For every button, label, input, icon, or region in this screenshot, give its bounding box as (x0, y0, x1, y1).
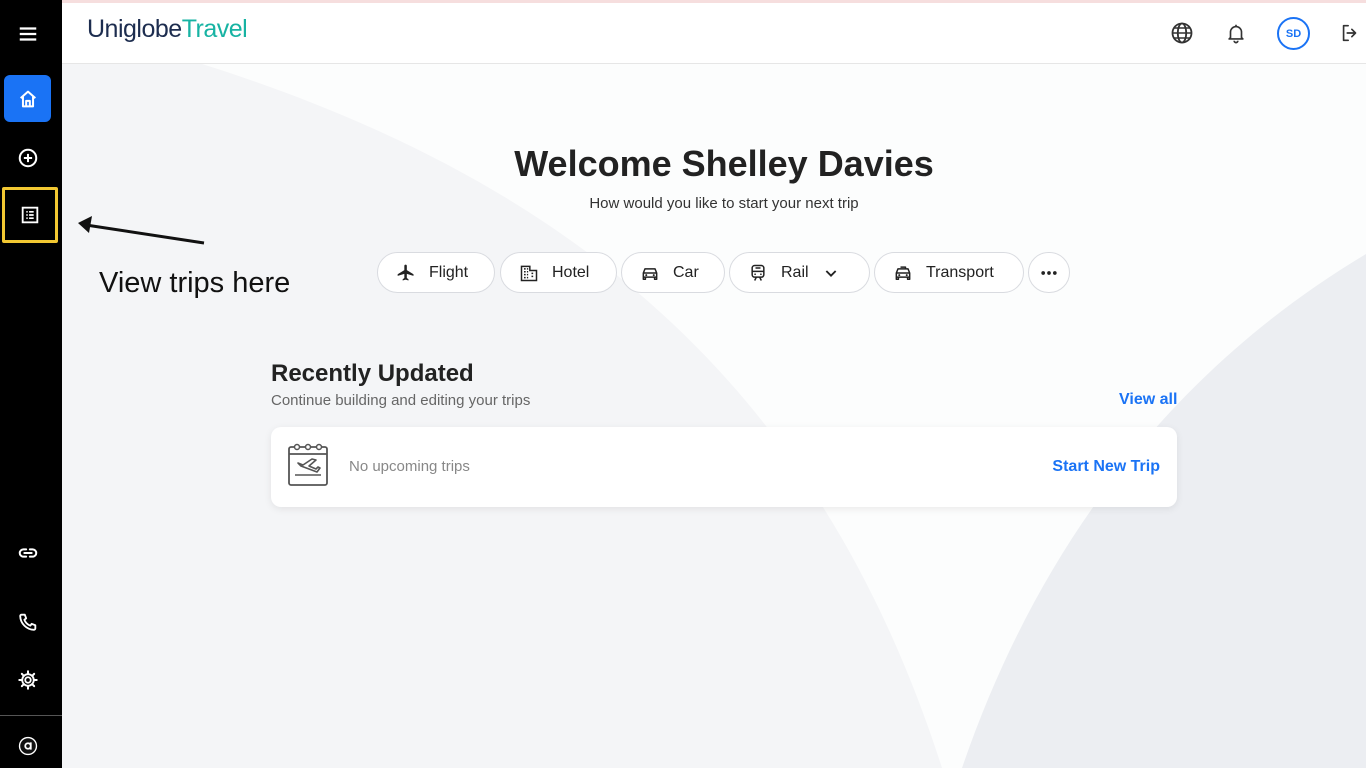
logout-button[interactable] (1335, 18, 1365, 48)
train-icon (751, 264, 765, 281)
car-option-label: Car (673, 263, 699, 281)
menu-button[interactable] (4, 10, 51, 57)
add-circle-icon (18, 148, 37, 167)
rail-option-label: Rail (781, 263, 809, 281)
more-horizontal-icon (1041, 270, 1057, 275)
sidebar-item-new-trip[interactable] (4, 134, 51, 181)
calendar-flight-icon (288, 443, 328, 486)
language-button[interactable] (1167, 18, 1197, 48)
globe-icon (1171, 22, 1193, 44)
phone-icon (18, 613, 36, 631)
logout-icon (1342, 24, 1357, 42)
hotel-option-label: Hotel (552, 263, 590, 281)
sidebar-item-links[interactable] (4, 529, 51, 576)
sidebar (0, 0, 62, 768)
annotation-text: View trips here (99, 267, 291, 299)
bell-icon (1228, 24, 1244, 44)
trips-card: No upcoming trips Start New Trip (271, 427, 1177, 507)
sidebar-item-home[interactable] (4, 75, 51, 122)
welcome-heading: Welcome Shelley Davies (514, 143, 934, 184)
flight-option-label: Flight (429, 263, 469, 281)
sidebar-item-contact[interactable] (4, 598, 51, 645)
chevron-down-icon (825, 269, 836, 277)
start-new-trip-link[interactable]: Start New Trip (1052, 458, 1160, 476)
link-icon (18, 547, 37, 558)
empty-trips-text: No upcoming trips (349, 458, 470, 475)
home-icon (19, 90, 36, 107)
rail-option-button[interactable]: Rail (729, 252, 870, 293)
app-logo-icon (18, 736, 37, 755)
notifications-button[interactable] (1221, 18, 1251, 48)
top-header: UniglobeTravel SD (62, 3, 1366, 64)
car-option-button[interactable]: Car (621, 252, 725, 293)
transport-option-button[interactable]: Transport (874, 252, 1024, 293)
trips-list-icon (21, 206, 39, 224)
gear-icon (17, 669, 38, 690)
hotel-option-button[interactable]: Hotel (500, 252, 617, 293)
brand-name-part2: Travel (181, 15, 248, 43)
app-logo (4, 722, 51, 768)
avatar[interactable]: SD (1277, 17, 1310, 50)
airplane-icon (397, 264, 414, 280)
brand-name-part1: Uniglobe (87, 15, 182, 43)
sidebar-item-trips[interactable] (2, 187, 58, 243)
brand-logo[interactable]: UniglobeTravel (87, 15, 248, 44)
recent-section-title: Recently Updated (271, 360, 474, 387)
transport-option-label: Transport (926, 263, 994, 281)
menu-icon (19, 26, 36, 41)
sidebar-item-settings[interactable] (4, 656, 51, 703)
taxi-icon (895, 265, 911, 280)
more-options-button[interactable] (1028, 252, 1070, 293)
sidebar-divider (0, 715, 62, 716)
annotation-arrow (78, 216, 205, 245)
car-icon (642, 267, 658, 280)
view-all-link[interactable]: View all (1119, 391, 1177, 409)
flight-option-button[interactable]: Flight (377, 252, 495, 293)
recent-section-subtitle: Continue building and editing your trips (271, 392, 531, 409)
building-icon (520, 265, 538, 281)
welcome-subtitle: How would you like to start your next tr… (589, 195, 859, 212)
